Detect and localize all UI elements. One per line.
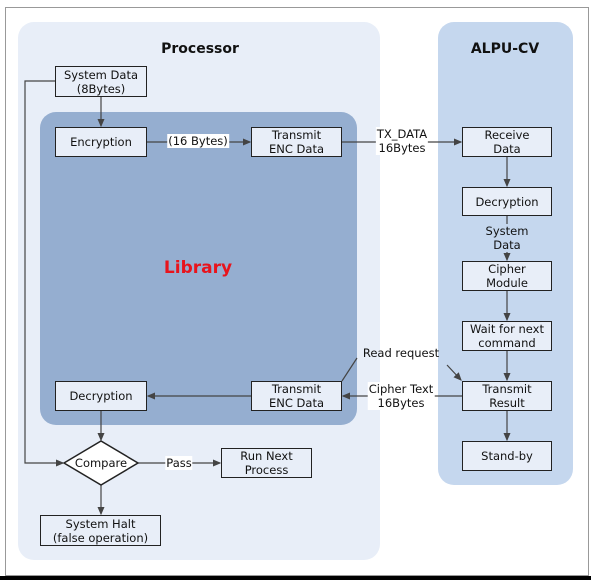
- sixteen-bytes-label: (16 Bytes): [167, 134, 229, 148]
- compare-diamond: Compare: [74, 456, 128, 470]
- pass-label: Pass: [165, 456, 193, 470]
- read-request-label: Read request: [362, 346, 440, 360]
- encryption-box: Encryption: [55, 127, 147, 157]
- library-title: Library: [163, 258, 233, 278]
- system-halt-box: System Halt (false operation): [40, 515, 161, 546]
- receive-data-box: Receive Data: [462, 127, 552, 157]
- cipher-module-box: Cipher Module: [462, 261, 552, 291]
- wait-command-box: Wait for next command: [462, 321, 552, 351]
- tx-data-label: TX_DATA 16Bytes: [375, 127, 429, 155]
- diagram-canvas: Processor ALPU-CV Library System Data (8…: [0, 0, 591, 580]
- transmit-result-box: Transmit Result: [462, 381, 552, 411]
- decryption-alpu-box: Decryption: [462, 187, 552, 216]
- system-data-box: System Data (8Bytes): [55, 66, 147, 97]
- decryption-processor-box: Decryption: [55, 381, 147, 411]
- alpu-title: ALPU-CV: [470, 41, 540, 57]
- processor-title: Processor: [161, 41, 239, 57]
- cipher-text-label: Cipher Text 16Bytes: [367, 382, 435, 410]
- system-data-label: System Data: [484, 224, 530, 252]
- transmit-enc-data-top-box: Transmit ENC Data: [251, 127, 342, 157]
- run-next-process-box: Run Next Process: [221, 448, 312, 478]
- transmit-enc-data-bottom-box: Transmit ENC Data: [251, 381, 342, 411]
- standby-box: Stand-by: [462, 441, 552, 471]
